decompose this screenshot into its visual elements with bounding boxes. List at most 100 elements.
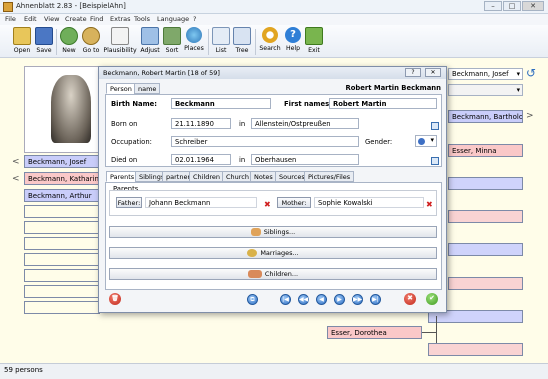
empty-card[interactable] <box>24 253 100 266</box>
marriages-button[interactable]: Marriages... <box>109 247 437 259</box>
father-button[interactable]: Father: <box>116 197 142 208</box>
sort-button[interactable]: Sort <box>163 27 181 57</box>
menu-edit[interactable]: Edit <box>24 15 37 23</box>
empty-female-card[interactable] <box>448 277 523 290</box>
tree-connector <box>422 332 436 333</box>
tree-button[interactable]: Tree <box>233 27 251 57</box>
empty-female-card[interactable] <box>448 210 523 223</box>
empty-card[interactable] <box>24 205 100 218</box>
person-card[interactable]: Beckmann, Katharina <box>24 172 100 185</box>
menu-find[interactable]: Find <box>90 15 103 23</box>
tab-church[interactable]: Church <box>222 171 254 182</box>
empty-card[interactable] <box>24 285 100 298</box>
chevron-down-icon: ▾ <box>430 136 434 144</box>
children-button[interactable]: Children... <box>109 268 437 280</box>
goto-person-icon <box>82 27 100 45</box>
save-button[interactable]: Save <box>34 27 54 57</box>
help-button[interactable]: ? Help <box>284 27 302 57</box>
empty-card[interactable] <box>24 221 100 234</box>
new-button[interactable]: New <box>59 27 79 57</box>
sort-icon <box>163 27 181 45</box>
header-name: Robert Martin Beckmann <box>345 84 441 92</box>
prev-fast-button[interactable]: ◀◀ <box>298 294 309 305</box>
exit-icon <box>305 27 323 45</box>
menu-language[interactable]: Language <box>157 15 189 23</box>
next-record-button[interactable]: ▶ <box>334 294 345 305</box>
dialog-help-button[interactable]: ? <box>405 68 421 77</box>
empty-card[interactable] <box>24 301 100 314</box>
expand-right-arrow[interactable]: > <box>526 111 534 121</box>
first-names-field[interactable]: Robert Martin <box>329 98 437 109</box>
tab-parents[interactable]: Parents <box>106 171 139 182</box>
empty-card[interactable] <box>24 237 100 250</box>
died-on-field[interactable]: 02.01.1964 <box>171 154 231 165</box>
search-button[interactable]: Search <box>258 27 282 57</box>
empty-female-card[interactable] <box>428 343 523 356</box>
person-select[interactable]: Beckmann, Josef ▾ <box>448 68 523 80</box>
calendar-icon[interactable] <box>431 157 439 165</box>
born-on-field[interactable]: 21.11.1890 <box>171 118 231 129</box>
help-icon: ? <box>285 27 301 43</box>
menu-create[interactable]: Create <box>65 15 87 23</box>
minimize-button[interactable]: – <box>484 1 502 11</box>
history-select[interactable]: ▾ <box>448 84 523 96</box>
empty-male-card[interactable] <box>448 177 523 190</box>
toolbar-separator <box>56 29 57 55</box>
first-names-label: First names: <box>284 100 332 108</box>
person-count: 59 persons <box>4 366 43 374</box>
dialog-close-button[interactable]: ✕ <box>425 68 441 77</box>
adjust-button[interactable]: Adjust <box>139 27 161 57</box>
person-card[interactable]: Beckmann, Arthur <box>24 189 100 202</box>
empty-card[interactable] <box>24 269 100 282</box>
checklist-icon <box>111 27 129 45</box>
expand-left-arrow[interactable]: < <box>12 174 20 184</box>
list-button[interactable]: List <box>212 27 230 57</box>
gender-select[interactable]: ▾ <box>415 135 437 147</box>
exit-button[interactable]: Exit <box>305 27 323 57</box>
tab-children[interactable]: Children <box>189 171 225 182</box>
next-fast-button[interactable]: ▶▶ <box>352 294 363 305</box>
remove-father-icon[interactable]: ✖ <box>264 200 271 209</box>
person-card[interactable]: Esser, Dorothea <box>327 326 422 339</box>
menu-view[interactable]: View <box>44 15 59 23</box>
copy-button[interactable]: ⧉ <box>247 294 258 305</box>
tab-name[interactable]: name <box>134 83 161 94</box>
siblings-button[interactable]: Siblings... <box>109 226 437 238</box>
last-record-button[interactable]: ▶| <box>370 294 381 305</box>
died-place-field[interactable]: Oberhausen <box>251 154 359 165</box>
empty-male-card[interactable] <box>448 243 523 256</box>
occupation-field[interactable]: Schreiber <box>171 136 359 147</box>
calendar-icon[interactable] <box>431 122 439 130</box>
goto-button[interactable]: Go to <box>80 27 102 57</box>
remove-mother-icon[interactable]: ✖ <box>426 200 433 209</box>
mother-button[interactable]: Mother: <box>277 197 311 208</box>
tab-person[interactable]: Person <box>106 83 136 94</box>
person-card[interactable]: Beckmann, Josef <box>24 155 100 168</box>
floppy-icon <box>35 27 53 45</box>
menu-help[interactable]: ? <box>193 15 196 23</box>
cancel-button[interactable]: ✖ <box>404 293 416 305</box>
close-button[interactable]: ✕ <box>522 1 544 11</box>
first-record-button[interactable]: |◀ <box>280 294 291 305</box>
birth-name-field[interactable]: Beckmann <box>171 98 271 109</box>
menu-tools[interactable]: Tools <box>134 15 150 23</box>
refresh-icon[interactable]: ↺ <box>526 66 536 80</box>
menu-extras[interactable]: Extras <box>110 15 131 23</box>
plausibility-button[interactable]: Plausibility <box>103 27 137 57</box>
menu-file[interactable]: File <box>5 15 16 23</box>
born-place-field[interactable]: Allenstein/Ostpreußen <box>251 118 359 129</box>
prev-record-button[interactable]: ◀ <box>316 294 327 305</box>
places-button[interactable]: Places <box>183 27 205 57</box>
person-card[interactable]: Esser, Minna <box>448 144 523 157</box>
person-card[interactable]: Beckmann, Bartholomäus <box>448 110 523 123</box>
expand-left-arrow[interactable]: < <box>12 157 20 167</box>
delete-person-button[interactable]: 🗑 <box>109 293 121 305</box>
ok-button[interactable]: ✔ <box>426 293 438 305</box>
mother-field[interactable]: Sophie Kowalski <box>314 197 424 208</box>
status-bar <box>0 363 548 379</box>
maximize-button[interactable]: □ <box>503 1 521 11</box>
tab-notes[interactable]: Notes <box>250 171 277 182</box>
open-button[interactable]: Open <box>10 27 34 57</box>
tab-pictures-files[interactable]: Pictures/Files <box>304 171 355 182</box>
father-field[interactable]: Johann Beckmann <box>145 197 257 208</box>
